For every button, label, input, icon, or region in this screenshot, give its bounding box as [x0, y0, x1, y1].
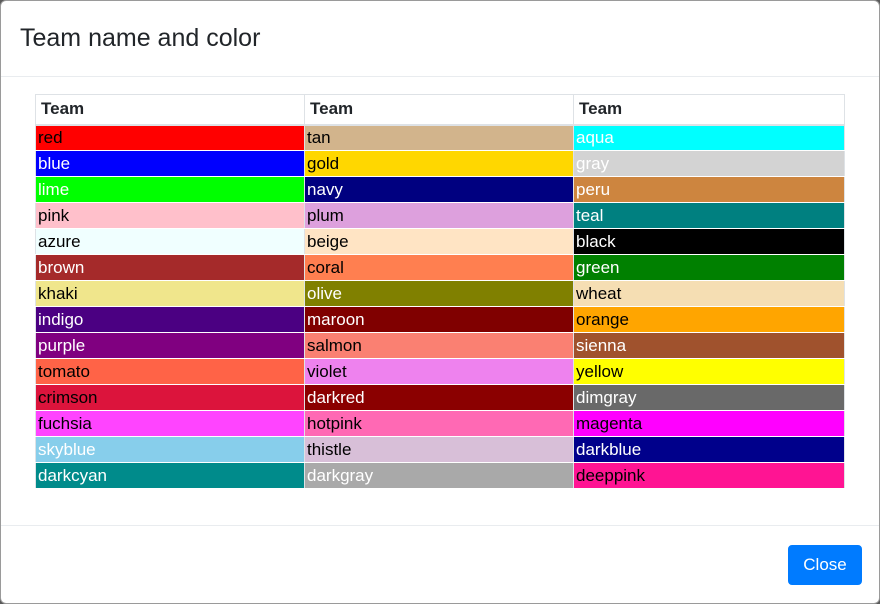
team-color-cell: peru	[573, 176, 845, 203]
table-row: azure beige black	[35, 228, 845, 255]
modal-header: Team name and color	[1, 1, 879, 77]
modal-footer: Close	[1, 525, 879, 603]
team-color-cell: teal	[573, 202, 845, 229]
team-color-cell: tan	[304, 124, 574, 151]
team-color-cell: azure	[35, 228, 305, 255]
team-color-cell: darkred	[304, 384, 574, 411]
team-color-cell: wheat	[573, 280, 845, 307]
table-row: lime navy peru	[35, 176, 845, 203]
team-color-cell: magenta	[573, 410, 845, 437]
table-row: brown coral green	[35, 254, 845, 281]
table-row: darkcyan darkgray deeppink	[35, 462, 845, 489]
table-row: khaki olive wheat	[35, 280, 845, 307]
team-color-cell: skyblue	[35, 436, 305, 463]
table-row: blue gold gray	[35, 150, 845, 177]
header-row: Team Team Team	[35, 94, 845, 125]
team-color-cell: indigo	[35, 306, 305, 333]
column-header-team: Team	[573, 94, 845, 125]
modal-body: Team Team Team red tan aqua blue gold gray lim…	[1, 77, 879, 525]
team-color-cell: fuchsia	[35, 410, 305, 437]
team-color-cell: hotpink	[304, 410, 574, 437]
team-color-cell: black	[573, 228, 845, 255]
table-header: Team Team Team	[35, 94, 845, 125]
table-row: crimson darkred dimgray	[35, 384, 845, 411]
team-color-cell: deeppink	[573, 462, 845, 489]
team-color-cell: green	[573, 254, 845, 281]
team-color-cell: red	[35, 124, 305, 151]
team-color-cell: olive	[304, 280, 574, 307]
column-header-team: Team	[35, 94, 305, 125]
table-row: indigo maroon orange	[35, 306, 845, 333]
column-header-team: Team	[304, 94, 574, 125]
table-body: red tan aqua blue gold gray lime navy peru pink pl…	[35, 124, 845, 489]
team-color-cell: darkgray	[304, 462, 574, 489]
team-color-cell: blue	[35, 150, 305, 177]
table-row: skyblue thistle darkblue	[35, 436, 845, 463]
team-color-cell: khaki	[35, 280, 305, 307]
team-color-table: Team Team Team red tan aqua blue gold gray lim…	[35, 94, 845, 489]
team-color-cell: brown	[35, 254, 305, 281]
table-row: pink plum teal	[35, 202, 845, 229]
table-row: fuchsia hotpink magenta	[35, 410, 845, 437]
team-color-cell: plum	[304, 202, 574, 229]
team-color-cell: darkblue	[573, 436, 845, 463]
team-color-cell: crimson	[35, 384, 305, 411]
team-color-cell: salmon	[304, 332, 574, 359]
team-color-cell: thistle	[304, 436, 574, 463]
close-button[interactable]: Close	[788, 545, 862, 585]
team-color-cell: darkcyan	[35, 462, 305, 489]
team-color-cell: orange	[573, 306, 845, 333]
modal-title: Team name and color	[20, 24, 261, 52]
team-color-cell: gray	[573, 150, 845, 177]
team-color-cell: pink	[35, 202, 305, 229]
table-row: purple salmon sienna	[35, 332, 845, 359]
team-color-cell: purple	[35, 332, 305, 359]
team-color-cell: navy	[304, 176, 574, 203]
team-color-cell: maroon	[304, 306, 574, 333]
team-color-modal: Team name and color Team Team Team red ta…	[0, 0, 880, 604]
team-color-cell: beige	[304, 228, 574, 255]
team-color-cell: gold	[304, 150, 574, 177]
team-color-cell: yellow	[573, 358, 845, 385]
team-color-cell: coral	[304, 254, 574, 281]
team-color-cell: lime	[35, 176, 305, 203]
table-row: red tan aqua	[35, 124, 845, 151]
team-color-cell: dimgray	[573, 384, 845, 411]
team-color-cell: violet	[304, 358, 574, 385]
team-color-cell: tomato	[35, 358, 305, 385]
team-color-cell: aqua	[573, 124, 845, 151]
table-row: tomato violet yellow	[35, 358, 845, 385]
team-color-cell: sienna	[573, 332, 845, 359]
